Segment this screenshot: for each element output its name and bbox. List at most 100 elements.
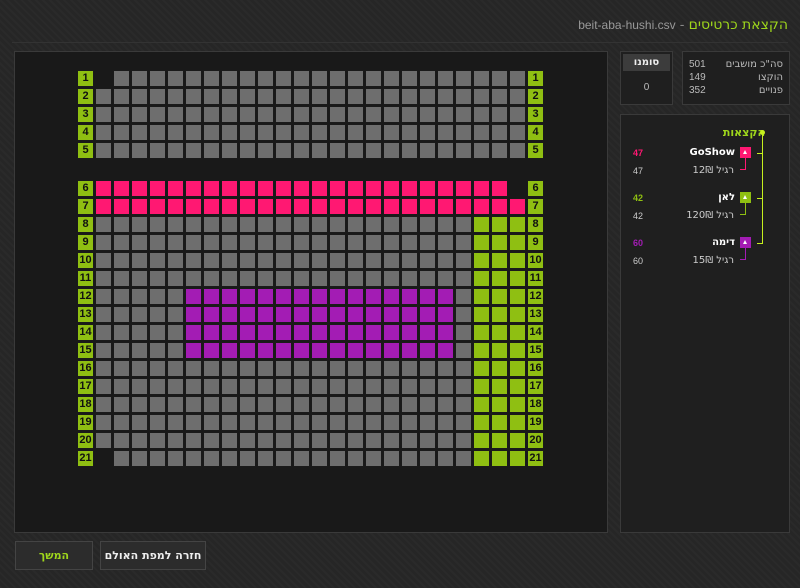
seat[interactable] [167, 288, 184, 305]
seat[interactable] [293, 70, 310, 87]
seat[interactable] [275, 450, 292, 467]
seat[interactable] [329, 70, 346, 87]
seat[interactable] [113, 414, 130, 431]
seat[interactable] [419, 396, 436, 413]
seat[interactable] [401, 252, 418, 269]
seat[interactable] [329, 396, 346, 413]
seat[interactable] [257, 432, 274, 449]
seat-allocated[interactable] [491, 270, 508, 287]
seat[interactable] [221, 124, 238, 141]
seat[interactable] [275, 106, 292, 123]
seat[interactable] [185, 70, 202, 87]
seat[interactable] [149, 360, 166, 377]
seat-allocated[interactable] [311, 198, 328, 215]
seat-allocated[interactable] [275, 306, 292, 323]
seat-allocated[interactable] [473, 324, 490, 341]
seat[interactable] [239, 216, 256, 233]
seat[interactable] [437, 234, 454, 251]
seat[interactable] [221, 88, 238, 105]
seat[interactable] [275, 432, 292, 449]
seat[interactable] [383, 270, 400, 287]
seat[interactable] [419, 270, 436, 287]
seat-allocated[interactable] [293, 288, 310, 305]
seat[interactable] [383, 106, 400, 123]
seat-allocated[interactable] [509, 396, 526, 413]
seat[interactable] [365, 70, 382, 87]
seat[interactable] [149, 88, 166, 105]
seat[interactable] [293, 252, 310, 269]
seat[interactable] [95, 216, 112, 233]
seat[interactable] [383, 234, 400, 251]
seat[interactable] [329, 142, 346, 159]
seat-allocated[interactable] [419, 342, 436, 359]
seat[interactable] [329, 88, 346, 105]
seat-allocated[interactable] [203, 324, 220, 341]
seat-allocated[interactable] [401, 180, 418, 197]
seat[interactable] [185, 270, 202, 287]
seat[interactable] [185, 234, 202, 251]
seat[interactable] [275, 234, 292, 251]
seat-allocated[interactable] [149, 180, 166, 197]
seat-allocated[interactable] [419, 180, 436, 197]
seat[interactable] [293, 142, 310, 159]
seat[interactable] [293, 106, 310, 123]
seat[interactable] [167, 360, 184, 377]
seat[interactable] [149, 288, 166, 305]
seat[interactable] [347, 216, 364, 233]
seat[interactable] [437, 432, 454, 449]
seat[interactable] [221, 70, 238, 87]
seat-allocated[interactable] [437, 198, 454, 215]
seat[interactable] [365, 360, 382, 377]
seat[interactable] [473, 88, 490, 105]
seat[interactable] [455, 252, 472, 269]
seat-allocated[interactable] [185, 342, 202, 359]
seat-allocated[interactable] [329, 288, 346, 305]
seat[interactable] [311, 414, 328, 431]
seat[interactable] [131, 252, 148, 269]
seat-allocated[interactable] [473, 216, 490, 233]
seat[interactable] [347, 124, 364, 141]
seat-allocated[interactable] [239, 198, 256, 215]
seat[interactable] [167, 306, 184, 323]
seat[interactable] [185, 432, 202, 449]
seat[interactable] [167, 88, 184, 105]
seat[interactable] [149, 432, 166, 449]
seat[interactable] [185, 450, 202, 467]
seat-allocated[interactable] [311, 288, 328, 305]
seat[interactable] [95, 360, 112, 377]
seat-allocated[interactable] [203, 198, 220, 215]
seat[interactable] [221, 106, 238, 123]
seat[interactable] [383, 378, 400, 395]
next-button[interactable]: המשך [15, 541, 93, 570]
seat[interactable] [221, 216, 238, 233]
seat-allocated[interactable] [239, 288, 256, 305]
seat-allocated[interactable] [329, 324, 346, 341]
seat[interactable] [167, 450, 184, 467]
seat[interactable] [329, 252, 346, 269]
seat[interactable] [149, 70, 166, 87]
seat-allocated[interactable] [365, 342, 382, 359]
seat[interactable] [347, 252, 364, 269]
seat[interactable] [383, 396, 400, 413]
seat[interactable] [293, 234, 310, 251]
seat[interactable] [275, 360, 292, 377]
seat[interactable] [455, 378, 472, 395]
seat-allocated[interactable] [383, 342, 400, 359]
seat[interactable] [113, 252, 130, 269]
seat[interactable] [347, 234, 364, 251]
seat[interactable] [257, 124, 274, 141]
seat-allocated[interactable] [347, 288, 364, 305]
seat[interactable] [113, 450, 130, 467]
seat[interactable] [95, 432, 112, 449]
seat[interactable] [311, 450, 328, 467]
seat[interactable] [365, 106, 382, 123]
seat[interactable] [419, 252, 436, 269]
seat-allocated[interactable] [509, 198, 526, 215]
seat-allocated[interactable] [203, 306, 220, 323]
seat[interactable] [365, 270, 382, 287]
seat[interactable] [365, 396, 382, 413]
seat[interactable] [131, 234, 148, 251]
seat[interactable] [473, 106, 490, 123]
seat[interactable] [239, 234, 256, 251]
seat[interactable] [95, 396, 112, 413]
